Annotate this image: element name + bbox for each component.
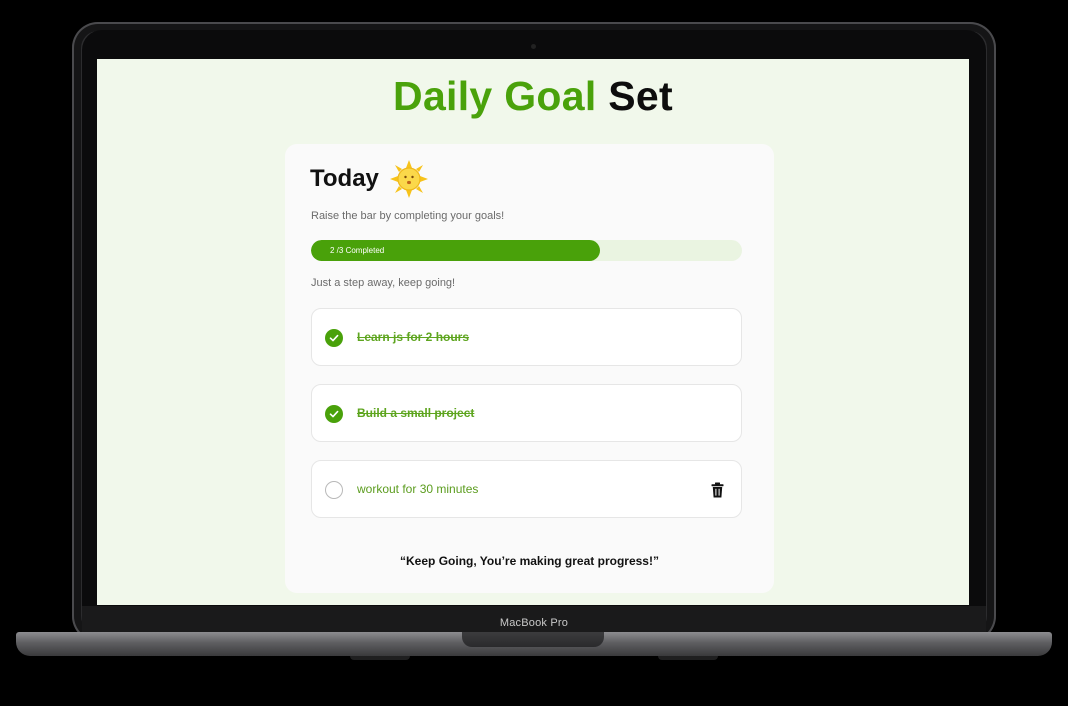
goal-label: workout for 30 minutes	[357, 482, 479, 496]
today-heading: Today	[310, 165, 379, 192]
unchecked-circle-icon[interactable]	[325, 481, 343, 499]
sun-icon	[389, 160, 428, 198]
goal-label: Learn js for 2 hours	[357, 330, 470, 344]
laptop-foot	[658, 656, 718, 660]
laptop-foot	[350, 656, 410, 660]
motivational-quote: “Keep Going, You’re making great progres…	[400, 554, 659, 568]
goal-item[interactable]: Learn js for 2 hours	[311, 308, 742, 366]
goal-item[interactable]: workout for 30 minutes	[311, 460, 742, 518]
device-label: MacBook Pro	[499, 617, 569, 629]
laptop-notch	[462, 632, 604, 647]
camera-icon	[531, 44, 536, 49]
checked-icon[interactable]	[325, 405, 343, 423]
card-subtitle: Raise the bar by completing your goals!	[311, 210, 505, 222]
page-title: Daily Goal Set	[97, 73, 969, 120]
goals-card: Today Raise the bar by completing your g…	[285, 144, 774, 593]
goal-item[interactable]: Build a small project	[311, 384, 742, 442]
goal-label: Build a small project	[357, 406, 475, 420]
page-title-highlight: Daily Goal	[393, 73, 597, 119]
progress-bar: 2 /3 Completed	[311, 240, 742, 261]
checked-icon[interactable]	[325, 329, 343, 347]
trash-icon[interactable]	[711, 482, 724, 498]
today-header: Today	[310, 159, 429, 199]
page-title-rest: Set	[608, 73, 673, 119]
encouragement-text: Just a step away, keep going!	[311, 277, 456, 289]
progress-label: 2 /3 Completed	[330, 246, 385, 255]
app-screen: Daily Goal Set Today Raise the bar by co…	[97, 59, 969, 605]
